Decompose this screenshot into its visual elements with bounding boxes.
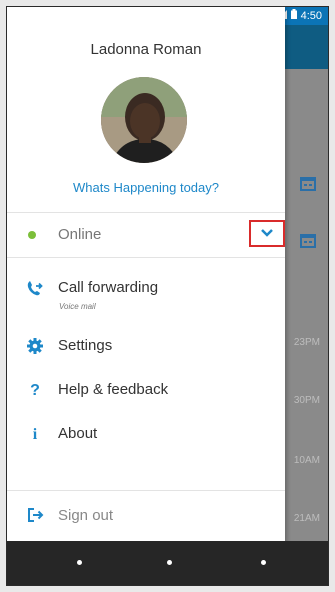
call-forward-icon bbox=[25, 279, 45, 299]
chevron-down-icon bbox=[261, 229, 273, 237]
menu-item-help-feedback[interactable]: ? Help & feedback bbox=[7, 373, 285, 413]
menu-item-settings[interactable]: Settings bbox=[7, 329, 285, 369]
background-time: 23PM bbox=[293, 337, 320, 348]
info-icon: i bbox=[32, 426, 38, 443]
phone-screen: 23PM 30PM 10AM 21AM 4:50 Ladonna Roman W… bbox=[6, 6, 329, 586]
background-time: 30PM bbox=[293, 395, 320, 406]
battery-icon bbox=[290, 9, 297, 22]
online-status-dot bbox=[28, 231, 36, 239]
menu-item-label: Call forwarding bbox=[58, 279, 159, 296]
phone-frame: 23PM 30PM 10AM 21AM 4:50 Ladonna Roman W… bbox=[0, 0, 335, 592]
presence-status-row[interactable]: Online bbox=[7, 212, 285, 258]
navigation-drawer: Ladonna Roman Whats Happening today? Onl… bbox=[7, 7, 285, 543]
menu-item-label: About bbox=[58, 425, 98, 442]
sign-out-icon bbox=[25, 506, 45, 526]
presence-status-label: Online bbox=[58, 226, 102, 243]
system-navigation-bar bbox=[7, 541, 328, 585]
background-time: 10AM bbox=[293, 455, 320, 466]
home-button[interactable] bbox=[167, 560, 172, 565]
menu-item-call-forwarding[interactable]: Call forwarding Voice mail bbox=[7, 271, 285, 311]
profile-name: Ladonna Roman bbox=[90, 41, 202, 58]
status-time: 4:50 bbox=[300, 9, 322, 22]
menu-item-label: Settings bbox=[58, 337, 113, 354]
menu-divider bbox=[7, 490, 285, 491]
presence-dropdown-button[interactable] bbox=[249, 220, 285, 247]
menu-item-sublabel: Voice mail bbox=[59, 302, 96, 311]
sign-out-button[interactable]: Sign out bbox=[7, 502, 285, 532]
background-time: 21AM bbox=[293, 513, 320, 524]
avatar[interactable] bbox=[101, 77, 187, 163]
calendar-icon bbox=[300, 232, 316, 248]
question-icon: ? bbox=[30, 382, 40, 399]
back-button[interactable] bbox=[77, 560, 82, 565]
gear-icon bbox=[25, 337, 45, 357]
recents-button[interactable] bbox=[261, 560, 266, 565]
menu-item-label: Help & feedback bbox=[58, 381, 169, 398]
sign-out-label: Sign out bbox=[58, 507, 114, 524]
menu-item-about[interactable]: i About bbox=[7, 417, 285, 457]
mood-message[interactable]: Whats Happening today? bbox=[7, 180, 285, 195]
calendar-icon bbox=[300, 175, 316, 191]
